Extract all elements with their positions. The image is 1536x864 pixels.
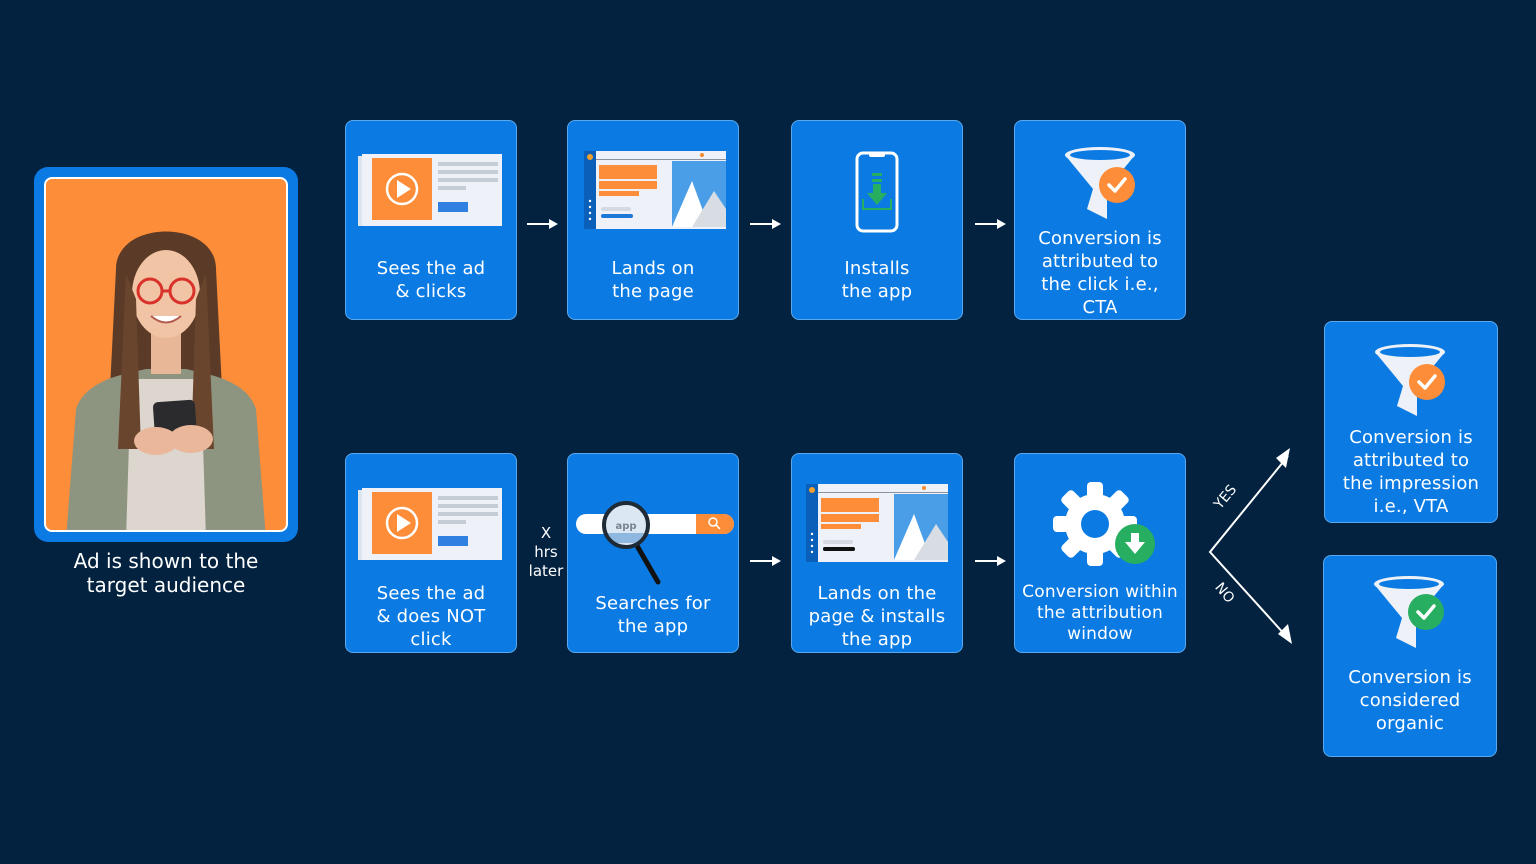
delay-line: hrs	[534, 543, 558, 561]
branch-line	[1208, 455, 1289, 637]
label-line: the click i.e.,	[1041, 274, 1159, 295]
label-line: Searches for	[595, 593, 711, 614]
label-line: the attribution	[1037, 603, 1163, 623]
arrow-right-icon	[975, 219, 1006, 229]
audience-card	[34, 167, 298, 542]
landing-page-icon	[806, 484, 948, 562]
label-line: the app	[841, 281, 913, 302]
label-line: Sees the ad	[376, 583, 486, 604]
arrow-right-icon	[975, 556, 1006, 566]
step-label: Installs the app	[792, 257, 962, 303]
step-sees-ad-clicks: Sees the ad & clicks	[345, 120, 517, 320]
label-line: the page	[612, 281, 694, 302]
woman-with-phone-illustration	[66, 231, 266, 530]
outcome-vta: Conversion is attributed to the impressi…	[1324, 321, 1498, 523]
arrow-up-right-icon	[1276, 448, 1290, 468]
label-line: attributed to	[1041, 251, 1159, 272]
label-line: Lands on	[611, 258, 695, 279]
label-line: the app	[617, 616, 689, 637]
step-lands-on-page: Lands on the page	[567, 120, 739, 320]
label-line: Conversion is	[1348, 667, 1472, 688]
label-line: & clicks	[395, 281, 467, 302]
arrow-down-right-icon	[1278, 624, 1292, 644]
label-line: Lands on the	[817, 583, 937, 604]
caption-line: Ad is shown to the	[73, 549, 259, 573]
label-line: Conversion is	[1349, 427, 1473, 448]
label-line: & does NOT	[376, 606, 486, 627]
step-label: Searches for the app	[568, 592, 738, 638]
gear-download-icon	[1053, 482, 1155, 566]
search-bar-icon: app	[576, 501, 734, 585]
delay-line: later	[528, 562, 564, 580]
step-searches-app: app Searches for the app	[567, 453, 739, 653]
label-line: the impression	[1342, 473, 1480, 494]
video-ad-icon	[358, 154, 504, 228]
audience-caption: Ad is shown to the target audience	[34, 549, 298, 597]
delay-label: X hrs later	[524, 524, 568, 581]
label-line: Conversion within	[1022, 582, 1178, 602]
outcome-organic: Conversion is considered organic	[1323, 555, 1497, 757]
arrow-right-icon	[750, 219, 781, 229]
label-line: click	[410, 629, 452, 650]
step-sees-ad-no-click: Sees the ad & does NOT click	[345, 453, 517, 653]
label-line: Installs	[844, 258, 910, 279]
step-label: Conversion within the attribution window	[1015, 582, 1185, 645]
funnel-check-icon	[1374, 576, 1444, 648]
step-label: Sees the ad & clicks	[346, 257, 516, 303]
label-line: Conversion is	[1038, 228, 1162, 249]
outcome-label: Conversion is attributed to the impressi…	[1325, 426, 1497, 518]
landing-page-icon	[584, 151, 726, 229]
branch-arrows	[1208, 448, 1292, 644]
step-label: Lands on the page & installs the app	[792, 582, 962, 651]
step-attribution-window: Conversion within the attribution window	[1014, 453, 1186, 653]
funnel-check-icon	[1065, 147, 1135, 219]
label-line: CTA	[1082, 297, 1118, 318]
step-lands-installs: Lands on the page & installs the app	[791, 453, 963, 653]
step-installs-app: Installs the app	[791, 120, 963, 320]
arrow-right-icon	[527, 219, 558, 229]
label-line: i.e., VTA	[1373, 496, 1449, 517]
phone-download-icon	[855, 151, 899, 233]
label-line: window	[1067, 624, 1133, 644]
step-label: Conversion is attributed to the click i.…	[1015, 227, 1185, 319]
step-label: Lands on the page	[568, 257, 738, 303]
label-line: the app	[841, 629, 913, 650]
caption-line: target audience	[86, 573, 246, 597]
arrow-right-icon	[750, 556, 781, 566]
step-conversion-cta: Conversion is attributed to the click i.…	[1014, 120, 1186, 320]
label-line: attributed to	[1352, 450, 1470, 471]
delay-line: X	[540, 524, 552, 542]
label-line: Sees the ad	[376, 258, 486, 279]
video-ad-icon	[358, 488, 504, 562]
label-line: organic	[1375, 713, 1445, 734]
label-line: page & installs	[808, 606, 946, 627]
step-label: Sees the ad & does NOT click	[346, 582, 516, 651]
audience-photo	[44, 177, 288, 532]
search-query-text: app	[615, 521, 636, 532]
outcome-label: Conversion is considered organic	[1324, 666, 1496, 735]
label-line: considered	[1359, 690, 1461, 711]
funnel-check-icon	[1375, 344, 1445, 416]
